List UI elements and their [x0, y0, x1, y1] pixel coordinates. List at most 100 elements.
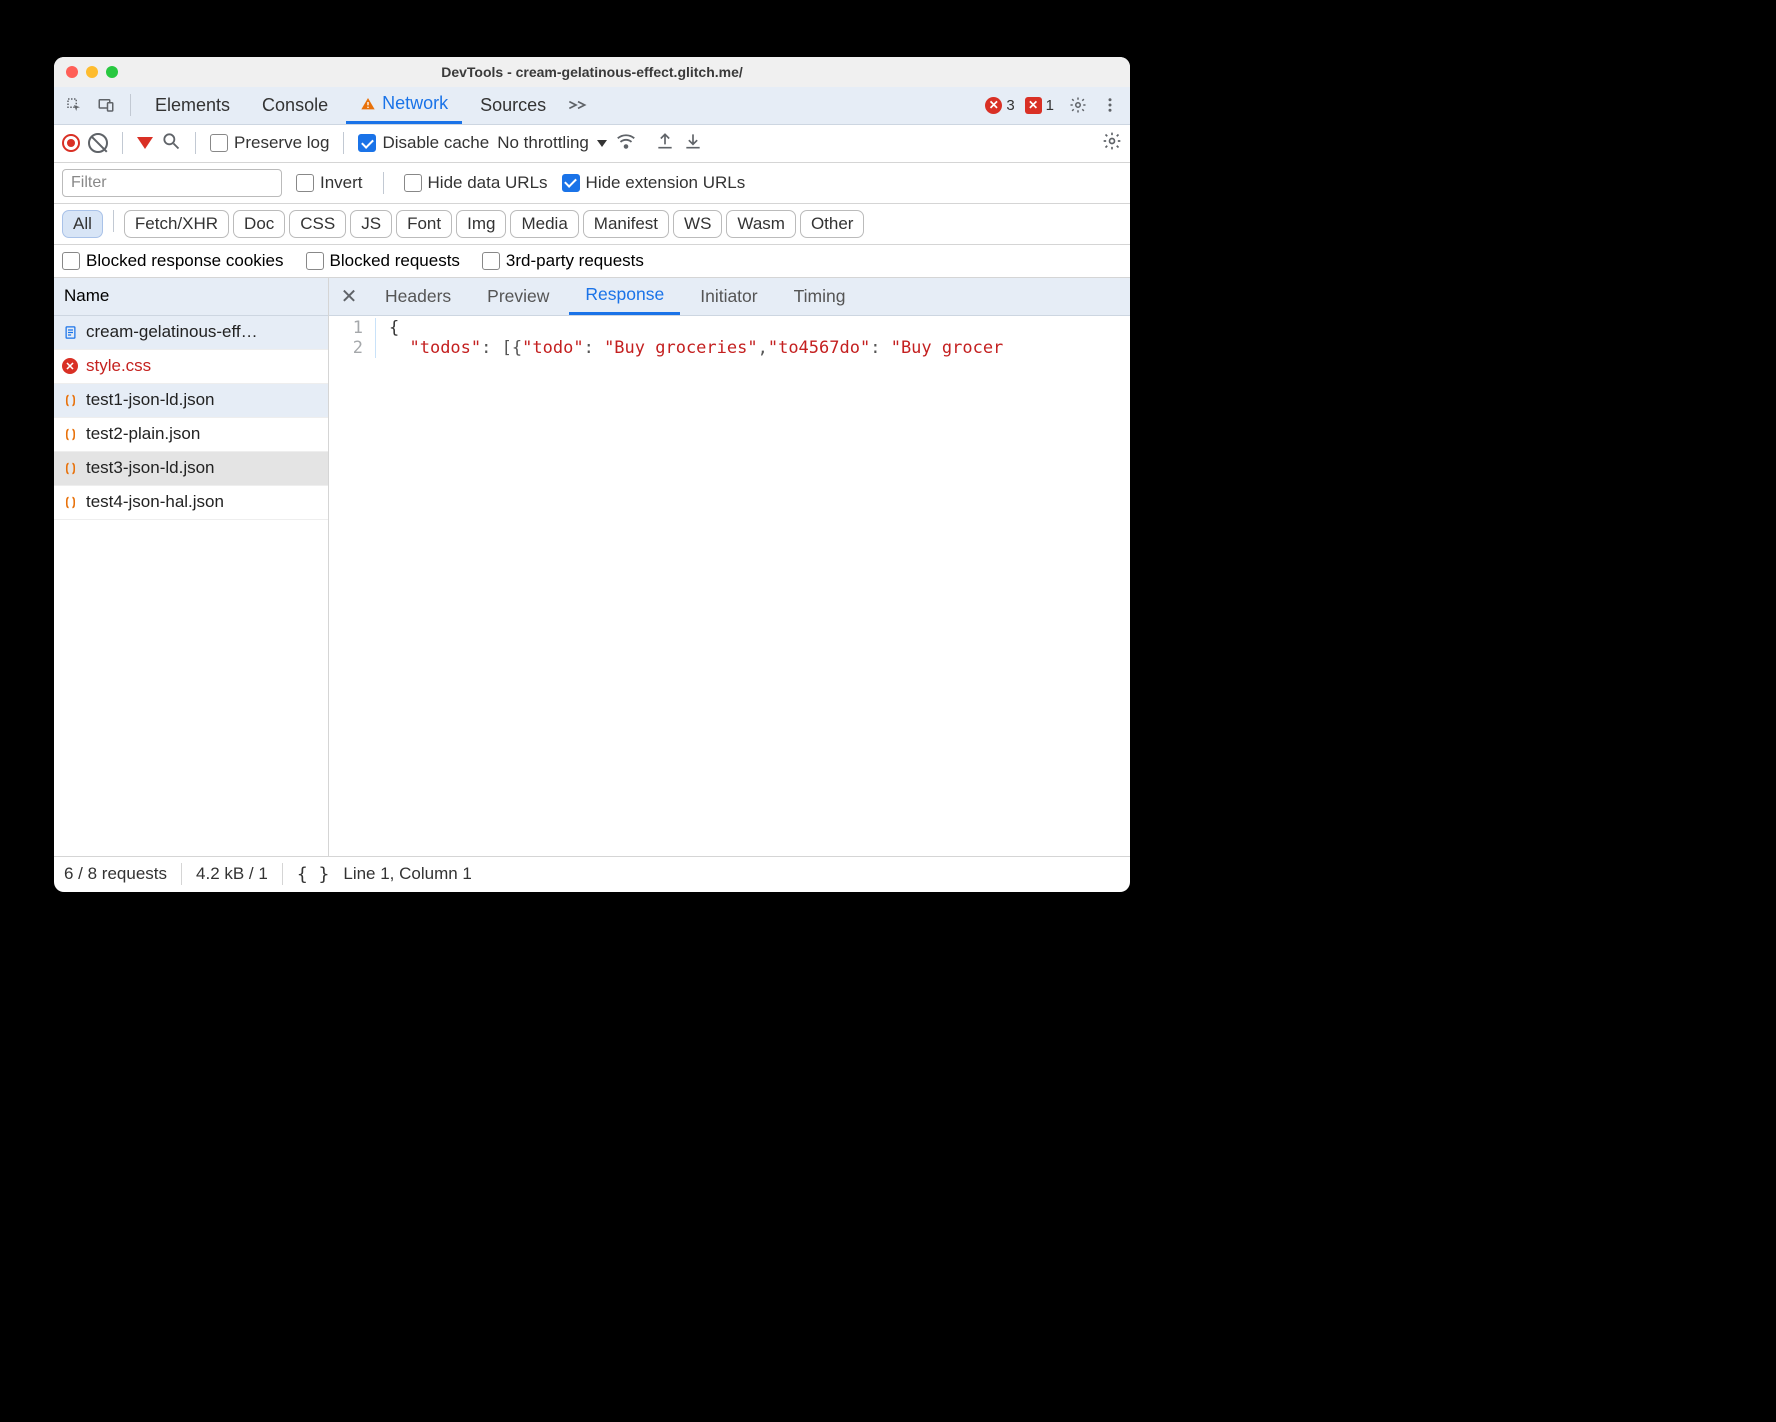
type-ws[interactable]: WS	[673, 210, 722, 238]
pretty-print-icon[interactable]: { }	[297, 864, 330, 885]
upload-har-icon[interactable]	[655, 131, 675, 156]
request-row[interactable]: cream-gelatinous-eff…	[54, 316, 328, 350]
hide-extension-urls-checkbox[interactable]: Hide extension URLs	[562, 173, 746, 193]
error-count[interactable]: ✕ 3	[985, 97, 1014, 114]
devtools-window: DevTools - cream-gelatinous-effect.glitc…	[54, 57, 1130, 892]
detail-panel: ✕ Headers Preview Response Initiator Tim…	[329, 278, 1130, 856]
type-font[interactable]: Font	[396, 210, 452, 238]
detail-tabs: ✕ Headers Preview Response Initiator Tim…	[329, 278, 1130, 316]
document-icon	[62, 324, 78, 340]
json-icon	[62, 494, 78, 510]
extra-filters-row: Blocked response cookies Blocked request…	[54, 245, 1130, 278]
type-other[interactable]: Other	[800, 210, 865, 238]
hide-extension-urls-label: Hide extension URLs	[586, 173, 746, 193]
tab-sources[interactable]: Sources	[466, 86, 560, 124]
network-settings-icon[interactable]	[1102, 131, 1122, 156]
type-all[interactable]: All	[62, 210, 103, 238]
type-wasm[interactable]: Wasm	[726, 210, 796, 238]
status-size: 4.2 kB / 1	[196, 864, 268, 884]
request-row[interactable]: test1-json-ld.json	[54, 384, 328, 418]
tab-network-label: Network	[382, 93, 448, 114]
type-fetch[interactable]: Fetch/XHR	[124, 210, 229, 238]
blocked-requests-checkbox[interactable]: Blocked requests	[306, 251, 460, 271]
tab-network[interactable]: Network	[346, 86, 462, 124]
detail-tab-initiator[interactable]: Initiator	[684, 277, 773, 315]
window-maximize-icon[interactable]	[106, 66, 118, 78]
tab-console[interactable]: Console	[248, 86, 342, 124]
window-close-icon[interactable]	[66, 66, 78, 78]
filter-toggle-icon[interactable]	[137, 137, 153, 149]
more-tabs-icon[interactable]	[564, 91, 592, 119]
search-icon[interactable]	[161, 131, 181, 156]
type-js[interactable]: JS	[350, 210, 392, 238]
preserve-log-label: Preserve log	[234, 133, 329, 153]
checkbox-checked-icon	[562, 174, 580, 192]
json-icon	[62, 392, 78, 408]
request-name: test3-json-ld.json	[86, 458, 215, 478]
request-row[interactable]: ✕style.css	[54, 350, 328, 384]
filter-bar: Invert Hide data URLs Hide extension URL…	[54, 163, 1130, 204]
clear-button[interactable]	[88, 133, 108, 153]
request-list-panel: Name cream-gelatinous-eff…✕style.csstest…	[54, 278, 329, 856]
chevron-down-icon	[597, 140, 607, 147]
line-number: 2	[329, 338, 375, 358]
filter-input[interactable]	[62, 169, 282, 197]
type-css[interactable]: CSS	[289, 210, 346, 238]
network-conditions-icon[interactable]	[615, 130, 637, 157]
response-body[interactable]: 1 { 2 "todos": [{"todo": "Buy groceries"…	[329, 316, 1130, 856]
error-count-value: 3	[1006, 97, 1014, 114]
request-row[interactable]: test4-json-hal.json	[54, 486, 328, 520]
type-filter-row: All Fetch/XHR Doc CSS JS Font Img Media …	[54, 204, 1130, 245]
close-detail-icon[interactable]: ✕	[333, 284, 365, 309]
error-icon: ✕	[62, 358, 78, 374]
disable-cache-label: Disable cache	[382, 133, 489, 153]
warning-icon	[360, 96, 376, 112]
line-number: 1	[329, 318, 375, 338]
status-cursor: Line 1, Column 1	[343, 864, 472, 884]
checkbox-icon	[482, 252, 500, 270]
request-row[interactable]: test3-json-ld.json	[54, 452, 328, 486]
request-name: test4-json-hal.json	[86, 492, 224, 512]
detail-tab-preview[interactable]: Preview	[471, 277, 565, 315]
blocked-requests-label: Blocked requests	[330, 251, 460, 271]
detail-tab-timing[interactable]: Timing	[778, 277, 862, 315]
preserve-log-checkbox[interactable]: Preserve log	[210, 133, 329, 153]
detail-tab-headers[interactable]: Headers	[369, 277, 467, 315]
kebab-menu-icon[interactable]	[1096, 91, 1124, 119]
window-minimize-icon[interactable]	[86, 66, 98, 78]
issue-badge-icon: ✕	[1025, 97, 1042, 114]
type-doc[interactable]: Doc	[233, 210, 285, 238]
throttling-value: No throttling	[497, 133, 589, 153]
type-manifest[interactable]: Manifest	[583, 210, 669, 238]
inspect-icon[interactable]	[60, 91, 88, 119]
checkbox-icon	[210, 134, 228, 152]
request-row[interactable]: test2-plain.json	[54, 418, 328, 452]
blocked-cookies-label: Blocked response cookies	[86, 251, 284, 271]
type-media[interactable]: Media	[510, 210, 578, 238]
titlebar: DevTools - cream-gelatinous-effect.glitc…	[54, 57, 1130, 87]
detail-tab-response[interactable]: Response	[569, 277, 680, 315]
type-img[interactable]: Img	[456, 210, 506, 238]
record-button[interactable]	[62, 134, 80, 152]
status-requests: 6 / 8 requests	[64, 864, 167, 884]
download-har-icon[interactable]	[683, 131, 703, 156]
checkbox-icon	[296, 174, 314, 192]
name-column-header[interactable]: Name	[54, 278, 328, 316]
hide-data-urls-checkbox[interactable]: Hide data URLs	[404, 173, 548, 193]
checkbox-icon	[404, 174, 422, 192]
settings-icon[interactable]	[1064, 91, 1092, 119]
request-name: cream-gelatinous-eff…	[86, 322, 258, 342]
invert-checkbox[interactable]: Invert	[296, 173, 363, 193]
disable-cache-checkbox[interactable]: Disable cache	[358, 133, 489, 153]
checkbox-icon	[306, 252, 324, 270]
checkbox-checked-icon	[358, 134, 376, 152]
blocked-cookies-checkbox[interactable]: Blocked response cookies	[62, 251, 284, 271]
issue-count[interactable]: ✕ 1	[1025, 97, 1054, 114]
third-party-label: 3rd-party requests	[506, 251, 644, 271]
third-party-checkbox[interactable]: 3rd-party requests	[482, 251, 644, 271]
device-toggle-icon[interactable]	[92, 91, 120, 119]
tab-elements[interactable]: Elements	[141, 86, 244, 124]
tab-sources-label: Sources	[480, 95, 546, 116]
tab-console-label: Console	[262, 95, 328, 116]
throttling-select[interactable]: No throttling	[497, 133, 607, 153]
